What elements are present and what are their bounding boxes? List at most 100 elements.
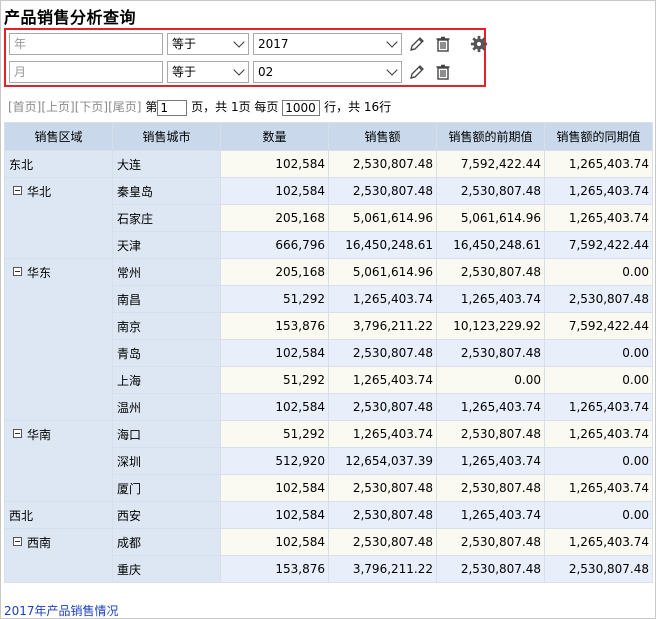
region-label: 西北: [9, 509, 34, 523]
column-header[interactable]: 销售额的前期值: [436, 122, 545, 151]
qty-cell: 102,584: [220, 177, 329, 205]
table-body: 东北 大连 102,584 2,530,807.48 7,592,422.44 1,265…: [4, 150, 653, 583]
region-cell: 西北: [4, 501, 113, 529]
collapse-toggle-icon[interactable]: [13, 429, 22, 438]
city-cell: 天津: [112, 231, 221, 259]
sales-cell: 2,530,807.48: [328, 393, 437, 421]
filter-row: 年 等于 2017: [9, 33, 479, 57]
qty-cell: 102,584: [220, 393, 329, 421]
column-header[interactable]: 销售城市: [112, 122, 221, 151]
collapse-toggle-icon[interactable]: [13, 537, 22, 546]
city-cell: 常州: [112, 258, 221, 286]
pagination-bar: [首页][上页][下页][尾页] 第 页，共 1页 每页 行，共 16行: [8, 97, 391, 117]
city-cell: 石家庄: [112, 204, 221, 232]
table-row: 华南 海口 51,292 1,265,403.74 2,530,807.48 1,265,…: [4, 420, 653, 502]
region-cell: 西南: [4, 528, 113, 583]
same-period-cell: 1,265,403.74: [544, 474, 653, 502]
sales-cell: 2,530,807.48: [328, 339, 437, 367]
next-page-link[interactable]: [下页]: [75, 100, 108, 114]
table-row: 华东 常州 205,168 5,061,614.96 2,530,807.48 0.00: [4, 258, 653, 421]
column-header[interactable]: 销售额的同期值: [544, 122, 653, 151]
page-size-input[interactable]: [282, 99, 321, 116]
prev-period-cell: 7,592,422.44: [436, 150, 545, 178]
prev-page-link[interactable]: [上页]: [41, 100, 74, 114]
qty-cell: 666,796: [220, 231, 329, 259]
pencil-icon[interactable]: [407, 34, 427, 54]
prev-period-cell: 2,530,807.48: [436, 555, 545, 583]
filter-field-input[interactable]: 月: [9, 61, 163, 83]
sales-cell: 2,530,807.48: [328, 501, 437, 529]
region-cell: 华北: [4, 177, 113, 259]
sales-cell: 3,796,211.22: [328, 555, 437, 583]
prev-period-cell: 2,530,807.48: [436, 177, 545, 205]
prev-period-cell: 2,530,807.48: [436, 474, 545, 502]
column-header[interactable]: 销售区域: [4, 122, 113, 151]
last-page-link[interactable]: [尾页]: [108, 100, 141, 114]
city-cell: 厦门: [112, 474, 221, 502]
same-period-cell: 7,592,422.44: [544, 231, 653, 259]
same-period-cell: 1,265,403.74: [544, 177, 653, 205]
prev-period-cell: 0.00: [436, 366, 545, 394]
table-row: 西北 西安 102,584 2,530,807.48 1,265,403.74 0.00: [4, 501, 653, 529]
gear-icon[interactable]: [470, 35, 488, 53]
city-cell: 上海: [112, 366, 221, 394]
filter-value-select[interactable]: 02: [253, 61, 402, 83]
same-period-cell: 0.00: [544, 339, 653, 367]
footer-link[interactable]: 2017年产品销售情况: [4, 602, 119, 619]
sales-table: 销售区域 销售城市 数量 销售额 销售额的前期值 销售额的同期值 东北 大连 102…: [4, 122, 653, 583]
region-label: 华南: [27, 428, 52, 442]
sales-cell: 16,450,248.61: [328, 231, 437, 259]
rows-summary: 行，共 16行: [324, 100, 392, 114]
same-period-cell: 0.00: [544, 501, 653, 529]
city-cell: 南京: [112, 312, 221, 340]
qty-cell: 102,584: [220, 339, 329, 367]
page-number-input[interactable]: [157, 99, 188, 116]
sales-cell: 5,061,614.96: [328, 204, 437, 232]
prev-period-cell: 1,265,403.74: [436, 393, 545, 421]
region-cell: 东北: [4, 150, 113, 178]
same-period-cell: 1,265,403.74: [544, 150, 653, 178]
collapse-toggle-icon[interactable]: [13, 267, 22, 276]
city-cell: 秦皇岛: [112, 177, 221, 205]
column-header[interactable]: 数量: [220, 122, 329, 151]
qty-cell: 102,584: [220, 150, 329, 178]
collapse-toggle-icon[interactable]: [13, 186, 22, 195]
qty-cell: 102,584: [220, 501, 329, 529]
first-page-link[interactable]: [首页]: [8, 100, 41, 114]
prev-period-cell: 5,061,614.96: [436, 204, 545, 232]
city-cell: 青岛: [112, 339, 221, 367]
qty-cell: 205,168: [220, 258, 329, 286]
same-period-cell: 0.00: [544, 447, 653, 475]
prev-period-cell: 1,265,403.74: [436, 447, 545, 475]
qty-cell: 102,584: [220, 528, 329, 556]
qty-cell: 153,876: [220, 555, 329, 583]
city-cell: 温州: [112, 393, 221, 421]
qty-cell: 51,292: [220, 420, 329, 448]
region-label: 东北: [9, 158, 34, 172]
filter-value-select[interactable]: 2017: [253, 33, 402, 55]
column-header[interactable]: 销售额: [328, 122, 437, 151]
city-cell: 西安: [112, 501, 221, 529]
region-cell: 华南: [4, 420, 113, 502]
qty-cell: 153,876: [220, 312, 329, 340]
qty-cell: 102,584: [220, 474, 329, 502]
trash-icon[interactable]: [433, 34, 453, 54]
same-period-cell: 2,530,807.48: [544, 285, 653, 313]
trash-icon[interactable]: [433, 62, 453, 82]
same-period-cell: 1,265,403.74: [544, 420, 653, 448]
filter-operator-select[interactable]: 等于: [167, 61, 249, 83]
same-period-cell: 1,265,403.74: [544, 204, 653, 232]
prev-period-cell: 2,530,807.48: [436, 420, 545, 448]
table-row: 西南 成都 102,584 2,530,807.48 2,530,807.48 1,265…: [4, 528, 653, 583]
filter-operator-value: 等于: [172, 37, 197, 51]
prev-period-cell: 1,265,403.74: [436, 285, 545, 313]
filter-field-input[interactable]: 年: [9, 33, 163, 55]
sales-cell: 12,654,037.39: [328, 447, 437, 475]
region-label: 华北: [27, 185, 52, 199]
pencil-icon[interactable]: [407, 62, 427, 82]
filter-operator-select[interactable]: 等于: [167, 33, 249, 55]
prev-period-cell: 16,450,248.61: [436, 231, 545, 259]
filter-row: 月 等于 02: [9, 61, 479, 85]
chevron-down-icon: [233, 36, 245, 48]
region-label: 华东: [27, 266, 52, 280]
